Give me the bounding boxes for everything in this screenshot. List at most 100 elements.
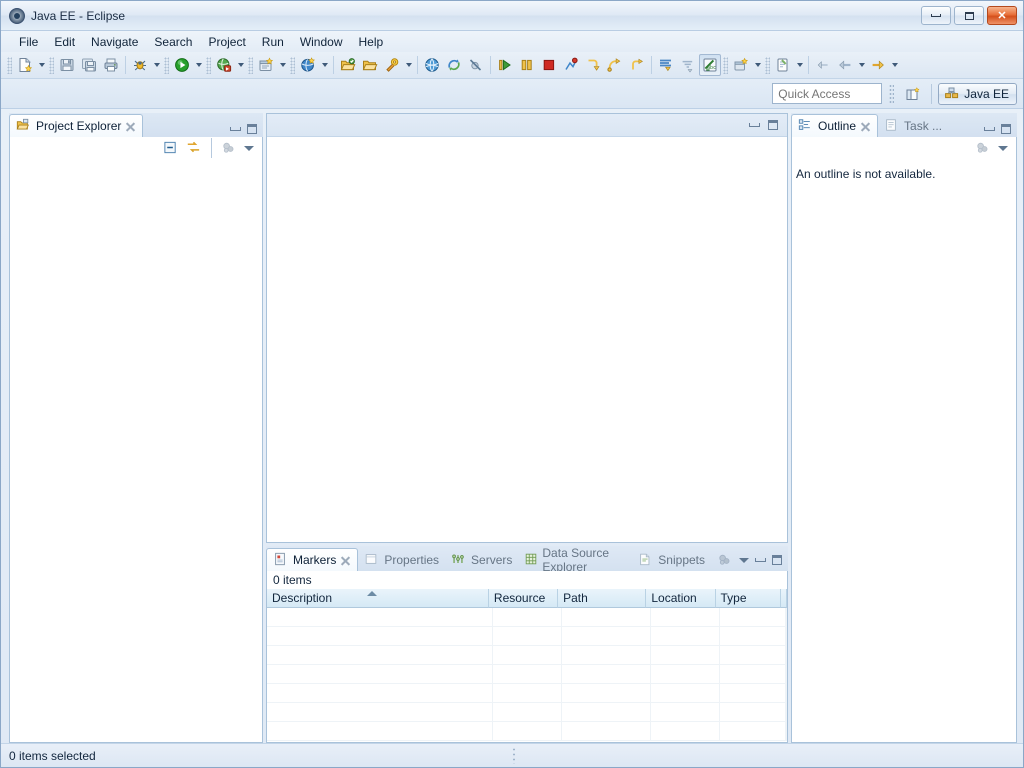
search-dropdown[interactable] xyxy=(403,54,414,76)
new-wizard-button[interactable] xyxy=(14,54,36,76)
maximize-window-button[interactable] xyxy=(954,6,984,25)
menu-file[interactable]: File xyxy=(11,33,46,51)
new-annotation-dropdown[interactable] xyxy=(794,54,805,76)
run-button[interactable] xyxy=(171,54,193,76)
focus-on-active-task-icon[interactable] xyxy=(717,552,733,568)
collapse-all-icon[interactable] xyxy=(163,140,179,156)
debug-button[interactable] xyxy=(129,54,151,76)
menu-search[interactable]: Search xyxy=(146,33,200,51)
view-menu-chevron-icon[interactable] xyxy=(998,145,1008,151)
table-row[interactable] xyxy=(267,665,787,684)
column-header-location[interactable]: Location xyxy=(646,589,716,608)
profile-dropdown[interactable] xyxy=(319,54,330,76)
toolbar-grip[interactable] xyxy=(164,56,169,74)
new-annotation-button[interactable] xyxy=(772,54,794,76)
refresh-button[interactable] xyxy=(443,54,465,76)
new-server-button[interactable] xyxy=(255,54,277,76)
perspective-bar-grip[interactable] xyxy=(889,83,895,104)
menu-window[interactable]: Window xyxy=(292,33,351,51)
toolbar-grip[interactable] xyxy=(206,56,211,74)
tab-properties[interactable]: Properties xyxy=(358,549,445,571)
toolbar-grip[interactable] xyxy=(248,56,253,74)
editor-canvas[interactable] xyxy=(267,137,787,542)
tab-servers[interactable]: Servers xyxy=(445,549,518,571)
table-row[interactable] xyxy=(267,627,787,646)
column-header-path[interactable]: Path xyxy=(558,589,647,608)
table-row[interactable] xyxy=(267,646,787,665)
close-icon[interactable] xyxy=(125,121,136,132)
save-all-button[interactable] xyxy=(78,54,100,76)
resize-grip-icon[interactable] xyxy=(512,747,517,764)
back-dropdown[interactable] xyxy=(856,54,867,76)
close-icon[interactable] xyxy=(860,121,871,132)
menu-help[interactable]: Help xyxy=(351,33,392,51)
new-server-dropdown[interactable] xyxy=(277,54,288,76)
open-type-button[interactable] xyxy=(337,54,359,76)
step-return-button[interactable] xyxy=(626,54,648,76)
menu-edit[interactable]: Edit xyxy=(46,33,83,51)
new-java-package-dropdown[interactable] xyxy=(752,54,763,76)
view-menu-chevron-icon[interactable] xyxy=(739,557,749,563)
forward-dropdown[interactable] xyxy=(889,54,900,76)
minimize-icon[interactable] xyxy=(230,127,241,131)
project-explorer-tree[interactable] xyxy=(9,159,263,743)
resume-button[interactable] xyxy=(494,54,516,76)
print-button[interactable] xyxy=(100,54,122,76)
minimize-icon[interactable] xyxy=(749,123,760,127)
column-header-description[interactable]: Description xyxy=(267,589,489,608)
focus-on-active-task-icon[interactable] xyxy=(975,140,991,156)
step-over-button[interactable] xyxy=(604,54,626,76)
markers-table-rows[interactable] xyxy=(267,608,787,742)
tab-task-list[interactable]: Task ... xyxy=(878,115,948,137)
disconnect-button[interactable] xyxy=(560,54,582,76)
toolbar-grip[interactable] xyxy=(765,56,770,74)
last-edit-location-button[interactable] xyxy=(812,54,834,76)
tab-markers[interactable]: Markers xyxy=(266,548,359,571)
next-annotation-button[interactable] xyxy=(655,54,677,76)
terminate-button[interactable] xyxy=(538,54,560,76)
suspend-button[interactable] xyxy=(516,54,538,76)
tab-project-explorer[interactable]: Project Explorer xyxy=(9,114,144,137)
debug-dropdown[interactable] xyxy=(151,54,162,76)
tab-data-source-explorer[interactable]: Data Source Explorer xyxy=(518,546,632,574)
menu-run[interactable]: Run xyxy=(254,33,292,51)
toolbar-grip[interactable] xyxy=(723,56,728,74)
column-header-type[interactable]: Type xyxy=(715,589,781,608)
minimize-window-button[interactable] xyxy=(921,6,951,25)
toolbar-grip[interactable] xyxy=(49,56,54,74)
minimize-icon[interactable] xyxy=(755,558,766,562)
back-button[interactable] xyxy=(834,54,856,76)
open-resource-button[interactable] xyxy=(359,54,381,76)
tab-snippets[interactable]: Snippets xyxy=(632,549,711,571)
maximize-icon[interactable] xyxy=(1001,124,1011,134)
menu-navigate[interactable]: Navigate xyxy=(83,33,146,51)
new-wizard-dropdown[interactable] xyxy=(36,54,47,76)
search-button[interactable] xyxy=(381,54,403,76)
save-button[interactable] xyxy=(56,54,78,76)
view-menu-chevron-icon[interactable] xyxy=(244,145,254,151)
column-header-resource[interactable]: Resource xyxy=(488,589,559,608)
toolbar-grip[interactable] xyxy=(290,56,295,74)
table-row[interactable] xyxy=(267,722,787,741)
table-row[interactable] xyxy=(267,703,787,722)
skip-breakpoints-button[interactable] xyxy=(465,54,487,76)
outline-body[interactable]: An outline is not available. xyxy=(791,159,1017,743)
forward-button[interactable] xyxy=(867,54,889,76)
close-window-button[interactable]: ✕ xyxy=(987,6,1017,25)
table-row[interactable] xyxy=(267,684,787,703)
step-into-button[interactable] xyxy=(582,54,604,76)
toggle-mark-occurrences-button[interactable]: abc xyxy=(699,54,721,76)
table-row[interactable] xyxy=(267,608,787,627)
tab-outline[interactable]: Outline xyxy=(791,114,879,137)
run-dropdown[interactable] xyxy=(193,54,204,76)
open-browser-button[interactable] xyxy=(421,54,443,76)
focus-on-active-task-icon[interactable] xyxy=(221,140,237,156)
previous-annotation-button[interactable] xyxy=(677,54,699,76)
maximize-icon[interactable] xyxy=(768,120,778,130)
new-java-package-button[interactable] xyxy=(730,54,752,76)
perspective-java-ee-button[interactable]: Java EE xyxy=(938,82,1017,105)
minimize-icon[interactable] xyxy=(984,127,995,131)
toolbar-grip[interactable] xyxy=(7,56,12,74)
quick-access-input[interactable] xyxy=(772,83,883,104)
menu-project[interactable]: Project xyxy=(200,33,253,51)
